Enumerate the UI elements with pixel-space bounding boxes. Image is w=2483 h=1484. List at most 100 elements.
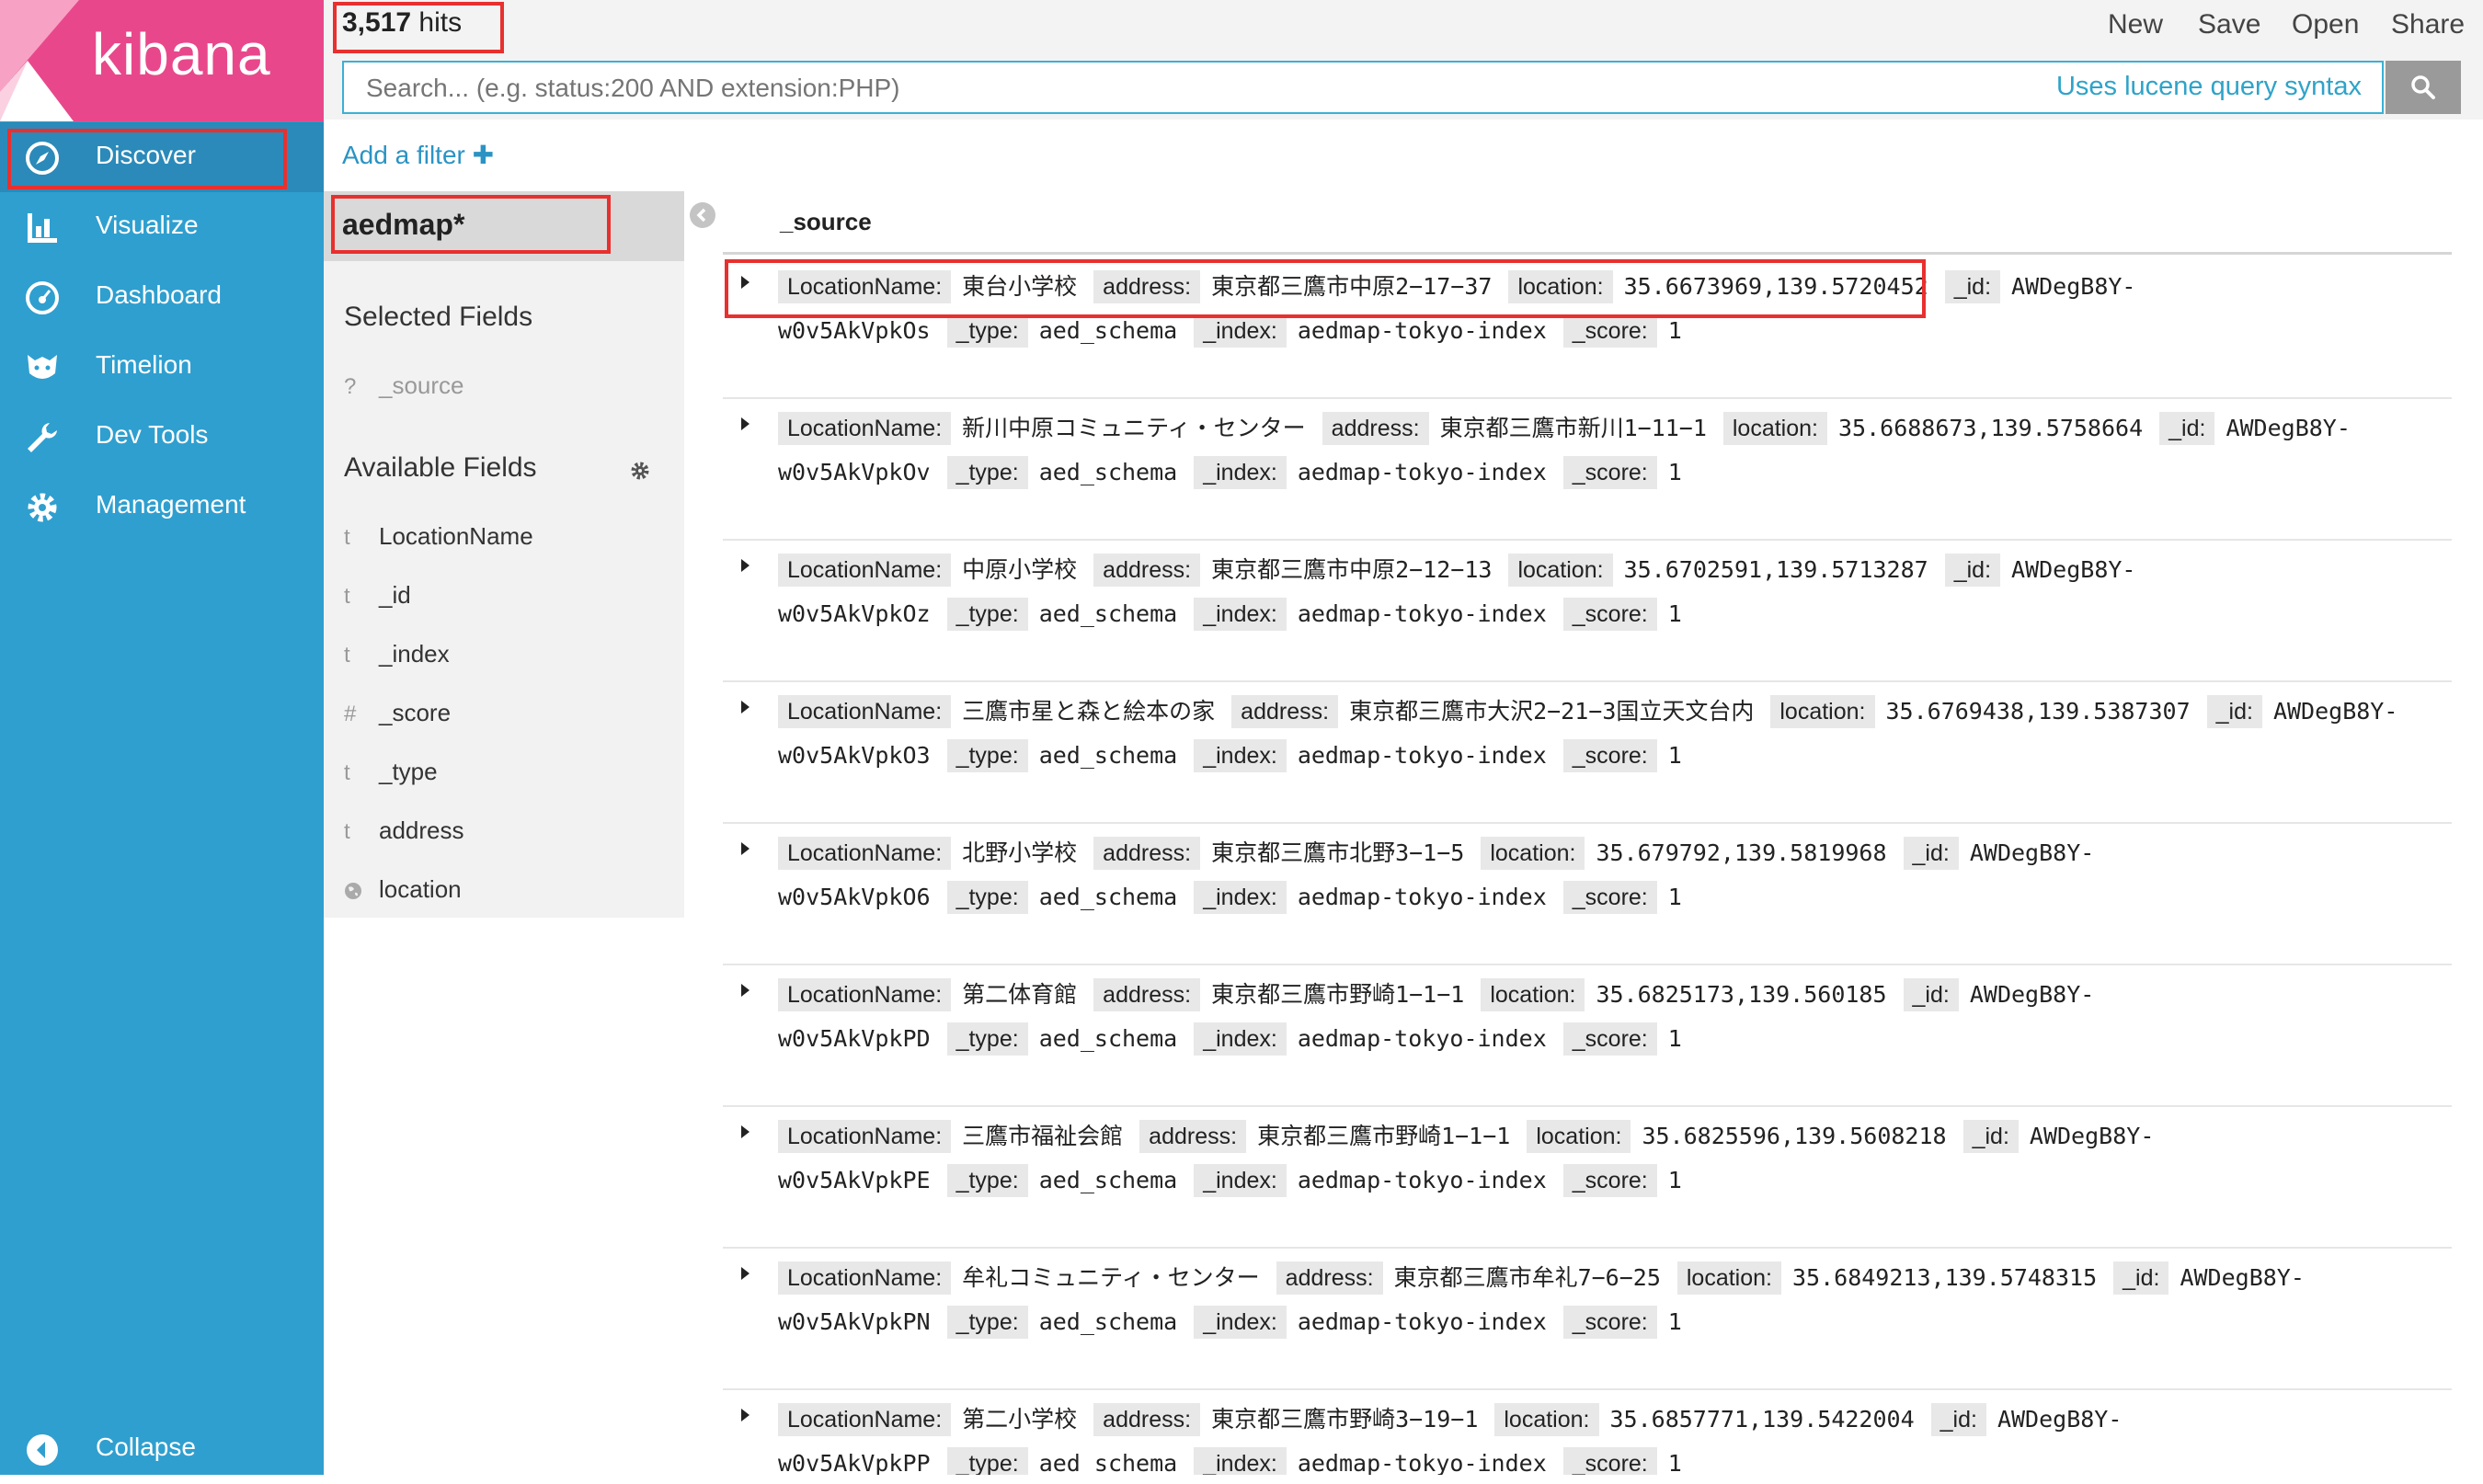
expand-row-toggle-icon[interactable] bbox=[741, 1409, 749, 1421]
index-value: aedmap-tokyo-index bbox=[1297, 884, 1547, 910]
index-value: aedmap-tokyo-index bbox=[1297, 742, 1547, 769]
sidebar-collapse[interactable]: Collapse bbox=[0, 1414, 324, 1484]
field-name: _score bbox=[379, 699, 452, 726]
document-source: LocationName: 北野小学校 address: 東京都三鷹市北野3−1−5 l… bbox=[778, 831, 2433, 919]
available-field[interactable]: t _id bbox=[344, 581, 411, 610]
document-source: LocationName: 第二体育館 address: 東京都三鷹市野崎1−1−1 l… bbox=[778, 973, 2433, 1061]
score-value: 1 bbox=[1667, 317, 1682, 344]
lucene-syntax-link[interactable]: Uses lucene query syntax bbox=[2056, 72, 2362, 102]
field-type-icon: t bbox=[344, 643, 350, 668]
sidebar-item-label: Visualize bbox=[96, 211, 199, 239]
index-value: aedmap-tokyo-index bbox=[1297, 1167, 1547, 1193]
document-source: LocationName: 牟礼コミュニティ・センター address: 東京都三鷹市… bbox=[778, 1256, 2433, 1344]
field-name: LocationName bbox=[379, 522, 533, 550]
search-input[interactable] bbox=[364, 70, 2023, 107]
type-value: aed_schema bbox=[1038, 742, 1178, 769]
available-field[interactable]: t _index bbox=[344, 640, 450, 668]
fields-settings-gear-icon[interactable] bbox=[629, 460, 651, 482]
available-field[interactable]: location bbox=[344, 875, 462, 904]
score-value: 1 bbox=[1667, 600, 1682, 627]
address-value: 東京都三鷹市新川1−11−1 bbox=[1439, 415, 1707, 441]
expand-row-toggle-icon[interactable] bbox=[741, 417, 749, 430]
timelion-icon bbox=[28, 355, 57, 379]
document-source: LocationName: 新川中原コミュニティ・センター address: 東京都三… bbox=[778, 406, 2433, 495]
expand-row-toggle-icon[interactable] bbox=[741, 984, 749, 997]
field-name: address bbox=[379, 816, 464, 844]
save-button[interactable]: Save bbox=[2198, 9, 2260, 40]
available-field[interactable]: t address bbox=[344, 816, 464, 845]
table-row: LocationName: 中原小学校 address: 東京都三鷹市中原2−12−1… bbox=[723, 539, 2452, 682]
address-value: 東京都三鷹市中原2−17−37 bbox=[1211, 273, 1493, 300]
search-box: Uses lucene query syntax bbox=[342, 61, 2384, 114]
location-value: 35.6769438,139.5387307 bbox=[1885, 698, 2191, 725]
sidebar-item-label: Discover bbox=[96, 141, 196, 169]
new-button[interactable]: New bbox=[2108, 9, 2163, 40]
add-filter-button[interactable]: Add a filter ✚ bbox=[342, 140, 494, 170]
address-value: 東京都三鷹市中原2−12−13 bbox=[1211, 556, 1493, 583]
index-value: aedmap-tokyo-index bbox=[1297, 317, 1547, 344]
sidebar-item-dev-tools[interactable]: Dev Tools bbox=[0, 402, 324, 472]
index-pattern-name[interactable]: aedmap* bbox=[342, 208, 464, 242]
expand-row-toggle-icon[interactable] bbox=[741, 701, 749, 713]
type-value: aed_schema bbox=[1038, 1025, 1178, 1052]
score-value: 1 bbox=[1667, 1025, 1682, 1052]
available-field[interactable]: # _score bbox=[344, 699, 451, 727]
expand-row-toggle-icon[interactable] bbox=[741, 276, 749, 289]
field-type-icon: t bbox=[344, 819, 350, 844]
sidebar-item-visualize[interactable]: Visualize bbox=[0, 192, 324, 262]
collapse-sidebar-toggle[interactable] bbox=[690, 202, 715, 228]
location-value: 35.6702591,139.5713287 bbox=[1623, 556, 1928, 583]
open-button[interactable]: Open bbox=[2292, 9, 2359, 40]
sidebar-item-management[interactable]: Management bbox=[0, 472, 324, 542]
index-value: aedmap-tokyo-index bbox=[1297, 1308, 1547, 1335]
type-value: aed_schema bbox=[1038, 459, 1178, 485]
location-name-value: 中原小学校 bbox=[962, 556, 1078, 583]
document-source: LocationName: 東台小学校 address: 東京都三鷹市中原2−17−3… bbox=[778, 265, 2433, 353]
index-value: aedmap-tokyo-index bbox=[1297, 459, 1547, 485]
expand-row-toggle-icon[interactable] bbox=[741, 1267, 749, 1280]
brand-name: kibana bbox=[92, 21, 271, 87]
score-value: 1 bbox=[1667, 1308, 1682, 1335]
field-type-icon: t bbox=[344, 584, 350, 609]
index-value: aedmap-tokyo-index bbox=[1297, 1025, 1547, 1052]
table-row: LocationName: 三鷹市星と森と絵本の家 address: 東京都三鷹市大沢… bbox=[723, 680, 2452, 824]
sidebar-item-label: Management bbox=[96, 490, 246, 519]
header-divider bbox=[723, 252, 2452, 255]
type-value: aed_schema bbox=[1038, 1167, 1178, 1193]
available-field[interactable]: t _type bbox=[344, 758, 438, 786]
score-value: 1 bbox=[1667, 884, 1682, 910]
sidebar-item-label: Dev Tools bbox=[96, 420, 209, 449]
location-value: 35.6825596,139.5608218 bbox=[1642, 1123, 1947, 1149]
location-value: 35.6673969,139.5720452 bbox=[1623, 273, 1928, 300]
sidebar-item-discover[interactable]: Discover bbox=[0, 122, 324, 192]
hits-count: 3,517 hits bbox=[342, 7, 462, 39]
available-fields-title: Available Fields bbox=[344, 452, 537, 483]
table-row: LocationName: 新川中原コミュニティ・センター address: 東京都三… bbox=[723, 397, 2452, 541]
compass-icon bbox=[26, 142, 59, 175]
sidebar-item-timelion[interactable]: Timelion bbox=[0, 332, 324, 402]
selected-field-source[interactable]: ? _source bbox=[344, 371, 464, 400]
sidebar-item-dashboard[interactable]: Dashboard bbox=[0, 262, 324, 332]
search-button[interactable] bbox=[2386, 61, 2461, 114]
location-value: 35.6688673,139.5758664 bbox=[1838, 415, 2144, 441]
location-name-value: 第二小学校 bbox=[962, 1406, 1078, 1433]
table-row: LocationName: 三鷹市福祉会館 address: 東京都三鷹市野崎1−1−… bbox=[723, 1105, 2452, 1249]
score-value: 1 bbox=[1667, 459, 1682, 485]
field-type-icon: t bbox=[344, 760, 350, 785]
document-source: LocationName: 中原小学校 address: 東京都三鷹市中原2−12−1… bbox=[778, 548, 2433, 636]
field-name: location bbox=[379, 875, 462, 903]
field-name: _source bbox=[379, 371, 464, 399]
collapse-icon bbox=[27, 1434, 58, 1466]
expand-row-toggle-icon[interactable] bbox=[741, 842, 749, 855]
expand-row-toggle-icon[interactable] bbox=[741, 559, 749, 572]
search-icon bbox=[2411, 75, 2435, 99]
type-value: aed_schema bbox=[1038, 600, 1178, 627]
kibana-logo[interactable]: kibana bbox=[0, 0, 324, 121]
available-field[interactable]: t LocationName bbox=[344, 522, 533, 551]
expand-row-toggle-icon[interactable] bbox=[741, 1125, 749, 1138]
type-value: aed_schema bbox=[1038, 1450, 1178, 1475]
index-value: aedmap-tokyo-index bbox=[1297, 600, 1547, 627]
share-button[interactable]: Share bbox=[2391, 9, 2465, 40]
add-filter-label: Add a filter bbox=[342, 141, 465, 169]
table-row: LocationName: 東台小学校 address: 東京都三鷹市中原2−17−3… bbox=[723, 256, 2452, 399]
